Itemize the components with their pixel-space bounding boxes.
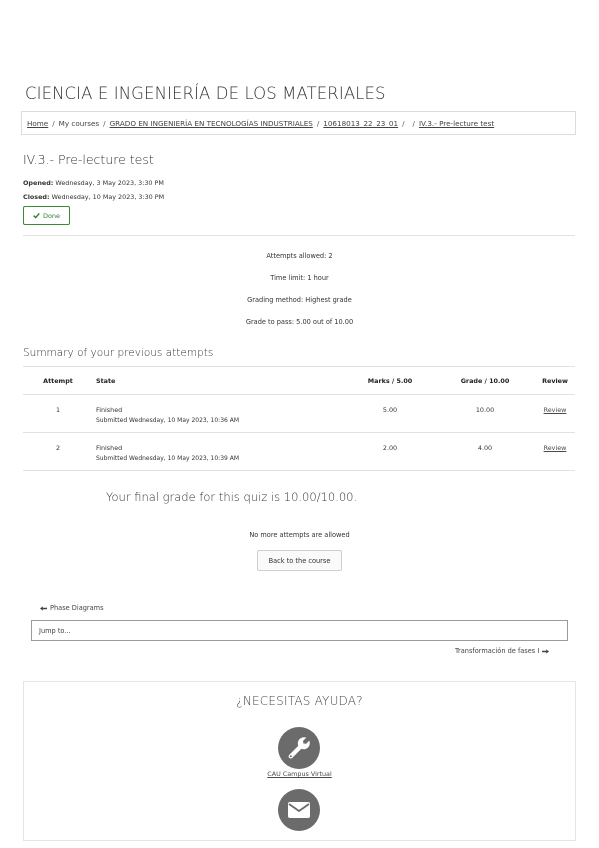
breadcrumb-separator: /	[52, 118, 55, 128]
opened-value: Wednesday, 3 May 2023, 3:30 PM	[55, 179, 164, 187]
breadcrumb-separator: /	[316, 118, 320, 128]
divider	[23, 235, 575, 236]
breadcrumb-degree-link[interactable]: GRADO EN INGENIERÍA EN TECNOLOGÍAS INDUS…	[110, 119, 313, 128]
cau-campus-virtual-link-wrap: CAU Campus Virtual	[0, 770, 599, 778]
grading-method: Grading method: Highest grade	[247, 296, 352, 304]
breadcrumb-home-link[interactable]: Home	[27, 119, 48, 128]
envelope-icon[interactable]	[278, 789, 320, 831]
breadcrumb-separator: /	[412, 118, 415, 128]
closed-date: Closed: Wednesday, 10 May 2023, 3:30 PM	[23, 193, 164, 201]
attempt-submitted: Submitted Wednesday, 10 May 2023, 10:39 …	[96, 455, 240, 462]
prev-activity-label: Phase Diagrams	[50, 604, 104, 612]
column-header-attempt: Attempt	[23, 366, 93, 395]
attempt-marks: 2.00	[345, 432, 435, 471]
next-activity-link[interactable]: Transformación de fases I	[455, 647, 550, 655]
column-header-grade: Grade / 10.00	[435, 366, 535, 395]
back-to-course-button[interactable]: Back to the course	[257, 550, 342, 571]
next-activity-label: Transformación de fases I	[455, 647, 540, 655]
table-row: 1 Finished Submitted Wednesday, 10 May 2…	[23, 394, 575, 433]
column-header-state: State	[93, 366, 345, 395]
column-header-review: Review	[535, 366, 575, 395]
no-more-attempts: No more attempts are allowed	[249, 531, 350, 539]
time-limit: Time limit: 1 hour	[270, 274, 329, 282]
breadcrumb-separator: /	[103, 118, 106, 128]
closed-value: Wednesday, 10 May 2023, 3:30 PM	[51, 193, 165, 201]
column-header-marks: Marks / 5.00	[345, 366, 435, 395]
review-cell: Review	[535, 432, 575, 471]
cau-campus-virtual-link[interactable]: CAU Campus Virtual	[267, 770, 332, 778]
breadcrumb-course-link[interactable]: 10618013_22_23_01	[323, 119, 398, 128]
attempt-number: 1	[23, 394, 93, 433]
closed-label: Closed:	[23, 193, 50, 201]
attempts-allowed: Attempts allowed: 2	[266, 252, 333, 260]
attempt-grade: 4.00	[435, 432, 535, 471]
attempt-state: Finished	[96, 444, 123, 452]
attempt-marks: 5.00	[345, 394, 435, 433]
summary-heading: Summary of your previous attempts	[23, 347, 214, 359]
prev-activity-link[interactable]: Phase Diagrams	[40, 604, 104, 612]
breadcrumb-quiz-link[interactable]: IV.3.- Pre-lecture test	[419, 119, 494, 128]
attempt-state-cell: Finished Submitted Wednesday, 10 May 202…	[93, 432, 345, 471]
arrow-left-icon	[40, 605, 47, 611]
attempt-state-cell: Finished Submitted Wednesday, 10 May 202…	[93, 394, 345, 433]
opened-date: Opened: Wednesday, 3 May 2023, 3:30 PM	[23, 179, 164, 187]
breadcrumb-separator: /	[402, 118, 405, 128]
grade-to-pass: Grade to pass: 5.00 out of 10.00	[245, 318, 354, 326]
table-header-row: Attempt State Marks / 5.00 Grade / 10.00…	[23, 366, 575, 395]
table-row: 2 Finished Submitted Wednesday, 10 May 2…	[23, 432, 575, 471]
breadcrumb-my-courses[interactable]: My courses	[59, 119, 100, 128]
course-title: CIENCIA E INGENIERÍA DE LOS MATERIALES	[25, 84, 386, 103]
attempt-grade: 10.00	[435, 394, 535, 433]
review-link[interactable]: Review	[544, 444, 567, 452]
attempts-table: Attempt State Marks / 5.00 Grade / 10.00…	[23, 366, 575, 471]
attempt-number: 2	[23, 432, 93, 471]
help-title: ¿NECESITAS AYUDA?	[236, 694, 363, 708]
breadcrumb: Home / My courses / GRADO EN INGENIERÍA …	[21, 111, 576, 135]
opened-label: Opened:	[23, 179, 54, 187]
final-grade: Your final grade for this quiz is 10.00/…	[106, 490, 358, 504]
envelope-glyph	[288, 802, 310, 818]
done-label: Done	[42, 211, 61, 220]
jump-to-select[interactable]: Jump to...	[31, 620, 568, 641]
wrench-icon[interactable]	[278, 727, 320, 769]
attempt-submitted: Submitted Wednesday, 10 May 2023, 10:36 …	[96, 417, 240, 424]
done-badge: Done	[23, 206, 70, 225]
review-cell: Review	[535, 394, 575, 433]
wrench-glyph	[288, 737, 310, 759]
attempt-state: Finished	[96, 406, 123, 414]
arrow-right-icon	[542, 648, 550, 654]
check-icon	[33, 212, 40, 219]
quiz-title: IV.3.- Pre-lecture test	[23, 152, 154, 167]
review-link[interactable]: Review	[544, 406, 567, 414]
